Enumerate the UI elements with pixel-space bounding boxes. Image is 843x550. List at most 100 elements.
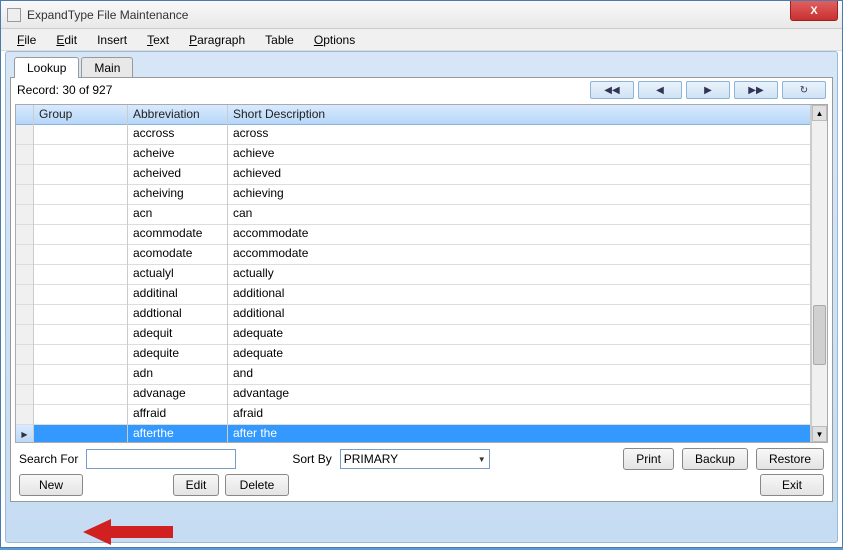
row-selector[interactable] <box>16 125 33 145</box>
menu-insert[interactable]: Insert <box>89 31 135 49</box>
row-selector[interactable] <box>16 305 33 325</box>
edit-button[interactable]: Edit <box>173 474 219 496</box>
column-header-description[interactable]: Short Description <box>228 105 810 125</box>
data-grid: Group Abbreviation accrossacheiveacheive… <box>15 104 828 443</box>
cell-group[interactable] <box>34 365 127 385</box>
cell-description[interactable]: and <box>228 365 810 385</box>
row-selector[interactable] <box>16 165 33 185</box>
cell-abbreviation[interactable]: additinal <box>128 285 227 305</box>
menu-text[interactable]: Text <box>139 31 177 49</box>
cell-description[interactable]: achieving <box>228 185 810 205</box>
column-header-abbreviation[interactable]: Abbreviation <box>128 105 227 125</box>
cell-group[interactable] <box>34 285 127 305</box>
menu-options[interactable]: Options <box>306 31 363 49</box>
row-selector[interactable] <box>16 385 33 405</box>
cell-group[interactable] <box>34 125 127 145</box>
cell-group[interactable] <box>34 405 127 425</box>
cell-description[interactable]: achieve <box>228 145 810 165</box>
cell-group[interactable] <box>34 265 127 285</box>
cell-abbreviation[interactable]: accross <box>128 125 227 145</box>
backup-button[interactable]: Backup <box>682 448 748 470</box>
row-selector[interactable] <box>16 205 33 225</box>
search-input[interactable] <box>86 449 236 469</box>
cell-abbreviation[interactable]: acn <box>128 205 227 225</box>
row-selector[interactable] <box>16 265 33 285</box>
nav-next-button[interactable]: ▶ <box>686 81 730 99</box>
cell-description[interactable]: accommodate <box>228 225 810 245</box>
menu-file[interactable]: File <box>9 31 44 49</box>
cell-description[interactable]: after the <box>228 425 810 442</box>
cell-group[interactable] <box>34 225 127 245</box>
row-selector[interactable] <box>16 345 33 365</box>
search-label: Search For <box>19 452 78 466</box>
cell-abbreviation[interactable]: acomodate <box>128 245 227 265</box>
cell-group[interactable] <box>34 305 127 325</box>
menu-table[interactable]: Table <box>257 31 302 49</box>
cell-description[interactable]: achieved <box>228 165 810 185</box>
cell-group[interactable] <box>34 245 127 265</box>
menu-edit[interactable]: Edit <box>48 31 85 49</box>
cell-description[interactable]: accommodate <box>228 245 810 265</box>
cell-description[interactable]: actually <box>228 265 810 285</box>
row-selector[interactable] <box>16 245 33 265</box>
row-selector[interactable] <box>16 405 33 425</box>
tab-main[interactable]: Main <box>81 57 133 78</box>
cell-description[interactable]: adequate <box>228 325 810 345</box>
cell-group[interactable] <box>34 425 127 442</box>
tab-lookup[interactable]: Lookup <box>14 57 79 78</box>
cell-abbreviation[interactable]: acommodate <box>128 225 227 245</box>
app-icon <box>7 8 21 22</box>
cell-description[interactable]: additional <box>228 285 810 305</box>
exit-button[interactable]: Exit <box>760 474 824 496</box>
nav-prev-button[interactable]: ◀ <box>638 81 682 99</box>
menu-paragraph[interactable]: Paragraph <box>181 31 253 49</box>
cell-abbreviation[interactable]: affraid <box>128 405 227 425</box>
cell-abbreviation[interactable]: acheived <box>128 165 227 185</box>
cell-group[interactable] <box>34 145 127 165</box>
row-selector[interactable] <box>16 185 33 205</box>
cell-group[interactable] <box>34 205 127 225</box>
cell-abbreviation[interactable]: acheiving <box>128 185 227 205</box>
row-selector[interactable] <box>16 145 33 165</box>
row-selector[interactable] <box>16 285 33 305</box>
new-button[interactable]: New <box>19 474 83 496</box>
sortby-value: PRIMARY <box>344 452 398 466</box>
scroll-up-icon[interactable]: ▲ <box>812 105 827 121</box>
cell-description[interactable]: across <box>228 125 810 145</box>
cell-group[interactable] <box>34 385 127 405</box>
scroll-down-icon[interactable]: ▼ <box>812 426 827 442</box>
cell-group[interactable] <box>34 165 127 185</box>
scroll-thumb[interactable] <box>813 305 826 365</box>
app-window: ExpandType File Maintenance X File Edit … <box>0 0 843 548</box>
cell-abbreviation[interactable]: actualyl <box>128 265 227 285</box>
cell-abbreviation[interactable]: afterthe <box>128 425 227 442</box>
sortby-dropdown[interactable]: PRIMARY ▼ <box>340 449 490 469</box>
nav-last-button[interactable]: ▶▶ <box>734 81 778 99</box>
cell-group[interactable] <box>34 185 127 205</box>
cell-description[interactable]: additional <box>228 305 810 325</box>
delete-button[interactable]: Delete <box>225 474 289 496</box>
cell-description[interactable]: advantage <box>228 385 810 405</box>
row-selector[interactable] <box>16 325 33 345</box>
row-selector[interactable] <box>16 425 33 443</box>
cell-abbreviation[interactable]: advanage <box>128 385 227 405</box>
row-selector[interactable] <box>16 365 33 385</box>
cell-group[interactable] <box>34 325 127 345</box>
close-button[interactable]: X <box>790 1 838 21</box>
restore-button[interactable]: Restore <box>756 448 824 470</box>
cell-description[interactable]: afraid <box>228 405 810 425</box>
cell-description[interactable]: can <box>228 205 810 225</box>
print-button[interactable]: Print <box>623 448 674 470</box>
nav-refresh-button[interactable]: ↻ <box>782 81 826 99</box>
cell-abbreviation[interactable]: adn <box>128 365 227 385</box>
vertical-scrollbar[interactable]: ▲ ▼ <box>811 105 827 442</box>
cell-abbreviation[interactable]: addtional <box>128 305 227 325</box>
cell-abbreviation[interactable]: acheive <box>128 145 227 165</box>
row-selector[interactable] <box>16 225 33 245</box>
column-header-group[interactable]: Group <box>34 105 127 125</box>
nav-first-button[interactable]: ◀◀ <box>590 81 634 99</box>
cell-abbreviation[interactable]: adequit <box>128 325 227 345</box>
cell-abbreviation[interactable]: adequite <box>128 345 227 365</box>
cell-group[interactable] <box>34 345 127 365</box>
cell-description[interactable]: adequate <box>228 345 810 365</box>
